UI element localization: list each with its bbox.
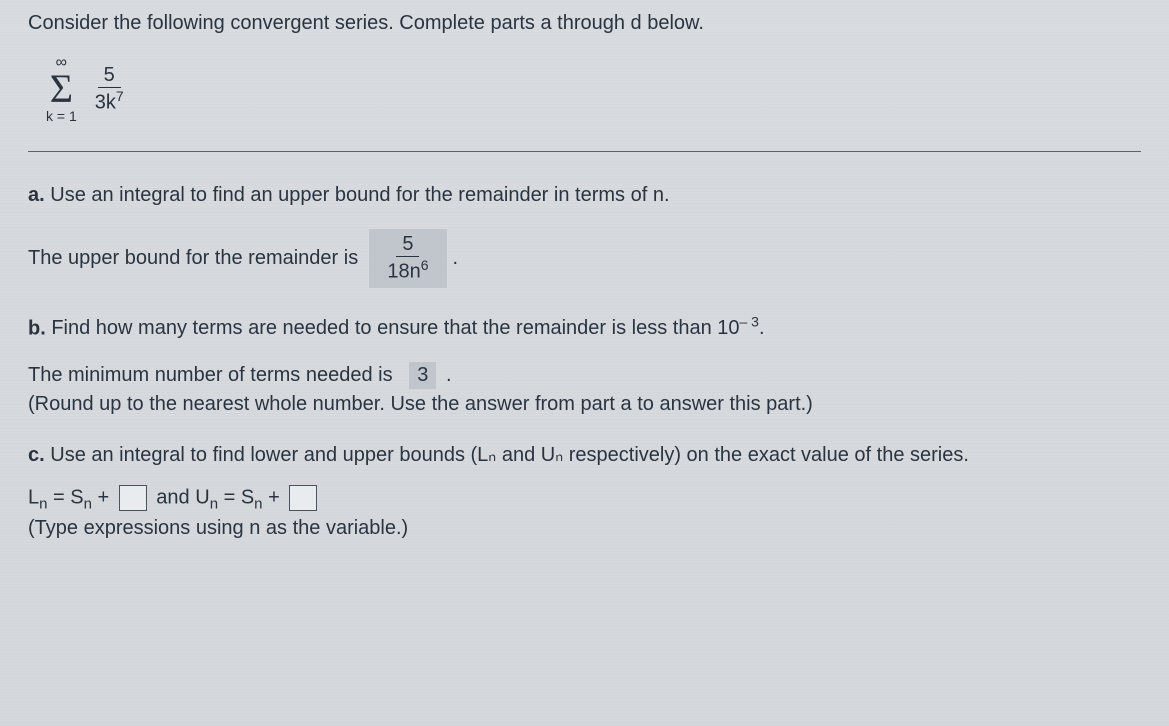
part-c-equation: Ln = Sn + and Un = Sn + [28, 485, 1141, 512]
part-b-hint: (Round up to the nearest whole number. U… [28, 393, 1141, 416]
part-a-label: a. [28, 184, 45, 206]
part-b-answer-box[interactable]: 3 [409, 362, 436, 389]
part-b-label: b. [28, 317, 46, 339]
series-denominator: 3k7 [89, 88, 130, 115]
part-a-frac-num: 5 [396, 233, 419, 257]
divider [28, 151, 1141, 152]
part-c: c. Use an integral to find lower and upp… [28, 442, 1141, 467]
part-c-label: c. [28, 444, 45, 466]
part-c-blank-U[interactable] [289, 485, 317, 511]
part-a-frac-den: 18n6 [381, 257, 434, 284]
part-b-suffix: . [446, 364, 452, 386]
part-c-hint: (Type expressions using n as the variabl… [28, 517, 1141, 540]
series-formula: ∞ Σ k = 1 5 3k7 [46, 55, 1141, 123]
part-c-blank-L[interactable] [119, 485, 147, 511]
part-b: b. Find how many terms are needed to ens… [28, 314, 1141, 417]
part-a: a. Use an integral to find an upper boun… [28, 184, 1141, 288]
sigma-lower: k = 1 [46, 109, 77, 123]
part-c-prompt: Use an integral to find lower and upper … [50, 444, 969, 466]
part-a-suffix: . [453, 247, 459, 270]
sigma-symbol: Σ [50, 71, 73, 107]
instruction-text: Consider the following convergent series… [28, 12, 1141, 35]
series-numerator: 5 [98, 64, 121, 88]
part-b-prompt: Find how many terms are needed to ensure… [51, 317, 764, 339]
part-a-prompt: Use an integral to find an upper bound f… [50, 184, 669, 206]
part-b-answer-prefix: The minimum number of terms needed is [28, 364, 393, 386]
part-a-answer-box[interactable]: 5 18n6 [369, 229, 446, 288]
part-a-answer-prefix: The upper bound for the remainder is [28, 247, 358, 270]
